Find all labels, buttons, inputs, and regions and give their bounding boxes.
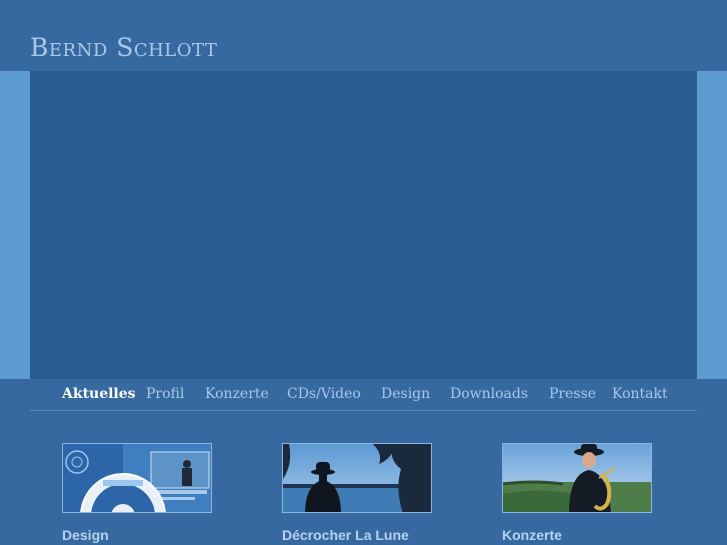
feature-title[interactable]: Konzerte xyxy=(502,527,652,543)
hero-area xyxy=(30,71,697,379)
lake-silhouette-image[interactable] xyxy=(282,443,432,513)
nav-item-cds-video[interactable]: CDs/Video xyxy=(287,386,361,402)
nav-item-kontakt[interactable]: Kontakt xyxy=(612,386,668,402)
left-side-bar xyxy=(0,71,30,379)
main-nav: Aktuelles Profil Konzerte CDs/Video Desi… xyxy=(30,379,697,411)
nav-item-konzerte[interactable]: Konzerte xyxy=(205,386,269,402)
feature-konzerte[interactable]: Konzerte xyxy=(502,443,652,543)
right-side-bar xyxy=(697,71,727,379)
feature-design[interactable]: Design xyxy=(62,443,212,543)
nav-item-profil[interactable]: Profil xyxy=(146,386,184,402)
nav-item-presse[interactable]: Presse xyxy=(549,386,596,402)
feature-title[interactable]: Décrocher La Lune xyxy=(282,527,432,543)
saxophonist-image[interactable] xyxy=(502,443,652,513)
nav-item-aktuelles[interactable]: Aktuelles xyxy=(62,386,136,402)
cd-design-image[interactable] xyxy=(62,443,212,513)
site-title[interactable]: Bernd Schlott xyxy=(30,33,217,62)
feature-title[interactable]: Design xyxy=(62,527,212,543)
nav-item-design[interactable]: Design xyxy=(381,386,430,402)
feature-decrocher-la-lune[interactable]: Décrocher La Lune xyxy=(282,443,432,543)
nav-item-downloads[interactable]: Downloads xyxy=(450,386,528,402)
